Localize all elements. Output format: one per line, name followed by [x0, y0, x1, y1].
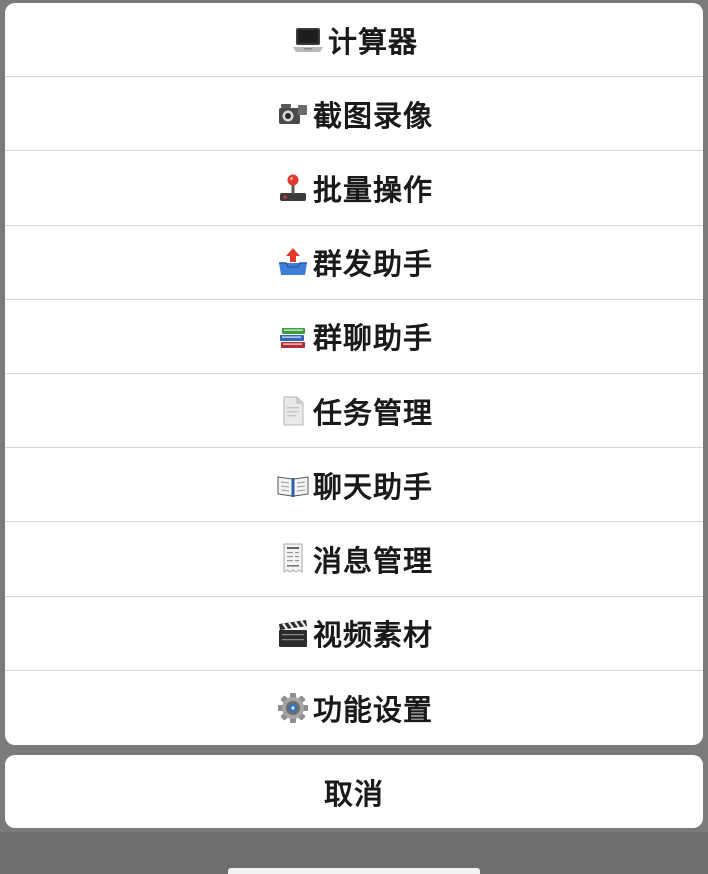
clapper-board-icon — [275, 615, 311, 651]
cancel-button[interactable]: 取消 — [5, 755, 703, 828]
menu-item-group-chat-assistant[interactable]: 群聊助手 — [5, 300, 703, 374]
menu-item-batch-operation[interactable]: 批量操作 — [5, 151, 703, 226]
action-sheet-menu: 计算器 截图录像 批量操作 群发助手 群聊助手 任务管理 聊天助手 消息管理 视… — [5, 3, 703, 745]
open-book-icon — [275, 467, 311, 503]
menu-item-task-management[interactable]: 任务管理 — [5, 374, 703, 449]
books-stack-icon — [275, 318, 311, 354]
document-icon — [275, 393, 311, 429]
home-indicator[interactable] — [228, 868, 480, 874]
laptop-icon — [290, 22, 326, 58]
menu-item-label: 群聊助手 — [312, 321, 433, 356]
menu-item-label: 截图录像 — [312, 98, 433, 133]
gear-icon — [275, 690, 311, 726]
menu-item-label: 视频素材 — [312, 618, 433, 653]
menu-item-label: 群发助手 — [312, 247, 433, 282]
menu-item-chat-assistant[interactable]: 聊天助手 — [5, 448, 703, 523]
cancel-label: 取消 — [323, 776, 384, 811]
menu-item-message-management[interactable]: 消息管理 — [5, 522, 703, 597]
menu-item-label: 批量操作 — [312, 172, 433, 207]
menu-item-label: 计算器 — [327, 24, 418, 59]
menu-item-label: 任务管理 — [312, 395, 433, 430]
menu-item-video-material[interactable]: 视频素材 — [5, 597, 703, 671]
menu-item-mass-send-assistant[interactable]: 群发助手 — [5, 226, 703, 300]
video-camera-icon — [275, 96, 311, 132]
menu-item-label: 消息管理 — [312, 543, 433, 578]
menu-item-label: 聊天助手 — [312, 469, 433, 504]
menu-item-calculator[interactable]: 计算器 — [5, 3, 703, 78]
menu-item-screenshot-recording[interactable]: 截图录像 — [5, 77, 703, 152]
menu-item-function-settings[interactable]: 功能设置 — [5, 671, 703, 745]
outbox-tray-icon — [275, 244, 311, 280]
menu-item-label: 功能设置 — [312, 692, 433, 727]
joystick-icon — [275, 170, 311, 206]
receipt-icon — [275, 541, 311, 577]
